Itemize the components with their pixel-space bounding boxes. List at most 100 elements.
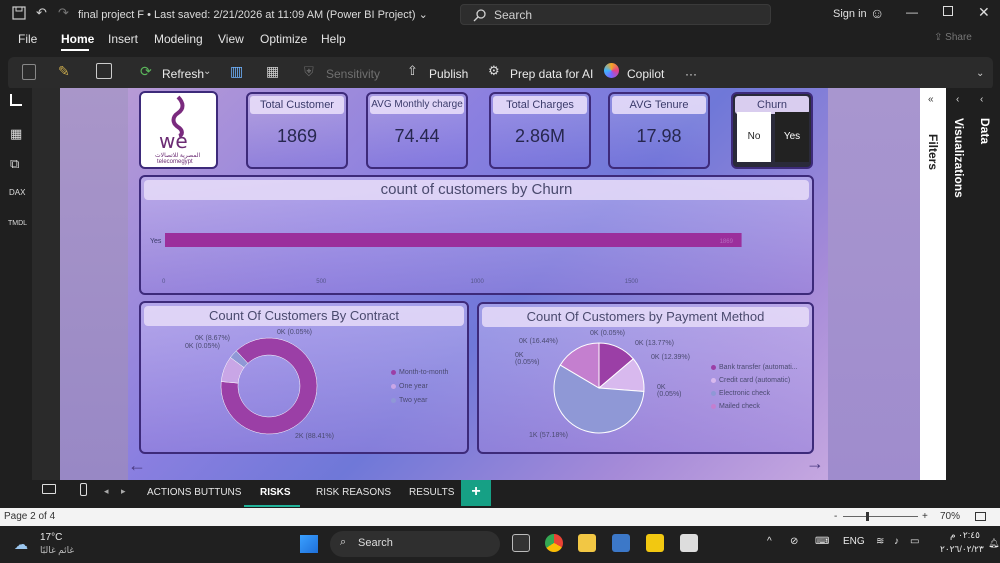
legend-label: Electronic check [719, 390, 770, 397]
zoom-slider[interactable] [843, 516, 918, 517]
report-view-icon[interactable] [10, 94, 22, 106]
legend-swatch [711, 390, 716, 396]
save-icon[interactable] [12, 6, 26, 23]
prep-data-button[interactable]: Prep data for AI [510, 67, 593, 81]
battery-icon[interactable]: ▭ [910, 536, 919, 547]
legend-item[interactable]: Mailed check [711, 403, 760, 410]
expand-visualizations-icon[interactable]: ‹ [956, 94, 959, 105]
prep-data-icon[interactable]: ⚙ [488, 63, 500, 79]
clock-time[interactable]: ٠٢:٤٥ م [950, 530, 980, 541]
notification-icon[interactable]: 🔔︎ [988, 538, 999, 549]
page-tab[interactable]: RESULTS [409, 487, 454, 498]
new-visual-icon[interactable]: ▥ [230, 63, 243, 80]
legend-item[interactable]: Electronic check [711, 390, 770, 397]
data-label[interactable]: Data [978, 118, 992, 144]
copilot-icon[interactable] [604, 63, 619, 78]
wifi-icon[interactable]: ≋ [876, 536, 884, 547]
document-title[interactable]: final project F • Last saved: 2/21/2026 … [78, 8, 428, 21]
account-icon[interactable]: ☺ [870, 5, 884, 21]
close-icon[interactable]: ✕ [978, 4, 990, 21]
slicer-option-no[interactable]: No [737, 112, 771, 162]
file-explorer-icon[interactable] [578, 534, 596, 552]
legend-item[interactable]: Bank transfer (automati... [711, 364, 798, 371]
snipping-tool-icon[interactable] [680, 534, 698, 552]
kpi-card-avg-monthly-charge: AVG Monthly charge 74.44 [366, 92, 468, 169]
legend-label: Mailed check [719, 403, 760, 410]
filters-label[interactable]: Filters [926, 134, 940, 170]
sign-in-button[interactable]: Sign in [833, 8, 867, 20]
zoom-out-button[interactable]: - [834, 511, 837, 522]
table-view-icon[interactable]: ▦ [10, 126, 22, 142]
collapse-ribbon-icon[interactable]: ⌄ [976, 68, 984, 79]
zoom-slider-thumb[interactable] [866, 512, 869, 521]
network-off-icon[interactable]: ⊘ [790, 536, 798, 547]
undo-icon[interactable]: ↶ [36, 5, 47, 21]
page-tab[interactable]: RISK REASONS [316, 487, 391, 498]
next-page-arrow-icon[interactable]: → [806, 453, 824, 474]
copilot-button[interactable]: Copilot [627, 67, 664, 81]
donut-plot-area [220, 337, 318, 435]
menu-home[interactable]: Home [61, 32, 94, 46]
task-view-icon[interactable] [512, 534, 530, 552]
legend-swatch [391, 369, 396, 375]
legend-item[interactable]: One year [391, 383, 428, 390]
share-button[interactable]: ⇪ Share [934, 32, 972, 43]
tray-overflow-icon[interactable]: ^ [767, 536, 772, 547]
calculator-icon[interactable]: ▦ [266, 63, 279, 80]
chart-title: count of customers by Churn [144, 180, 809, 200]
expand-data-icon[interactable]: ‹ [980, 94, 983, 105]
model-view-icon[interactable]: ⧉ [10, 156, 19, 172]
menu-modeling[interactable]: Modeling [154, 32, 203, 46]
volume-icon[interactable]: ♪ [894, 536, 899, 547]
mobile-layout-icon[interactable] [80, 483, 87, 496]
menu-insert[interactable]: Insert [108, 32, 138, 46]
weather-icon[interactable]: ☁ [14, 536, 28, 553]
legend-item[interactable]: Credit card (automatic) [711, 377, 790, 384]
clock-date[interactable]: ٢٠٢٦/٠٢/٢٣ [940, 544, 984, 555]
zoom-in-button[interactable]: + [922, 511, 928, 522]
more-options-button[interactable]: ··· [685, 67, 697, 81]
bar-yes[interactable] [165, 233, 742, 247]
format-painter-icon[interactable]: ✎ [58, 63, 70, 80]
slicer-option-yes[interactable]: Yes [775, 112, 809, 162]
scroll-tabs-right-icon[interactable]: ▸ [121, 486, 126, 497]
chevron-down-icon[interactable]: ⌄ [203, 66, 211, 77]
search-box[interactable]: Search [460, 4, 771, 25]
store-icon[interactable] [612, 534, 630, 552]
minimize-icon[interactable]: — [906, 5, 918, 19]
legend-item[interactable]: Month-to-month [391, 369, 448, 376]
windows-start-icon[interactable] [300, 535, 318, 553]
menu-help[interactable]: Help [321, 32, 346, 46]
maximize-icon[interactable] [943, 6, 953, 16]
tmdl-view-icon[interactable]: TMDL [8, 220, 27, 227]
chrome-icon[interactable] [545, 534, 563, 552]
power-bi-icon[interactable] [646, 534, 664, 552]
publish-button[interactable]: Publish [429, 67, 468, 81]
refresh-button[interactable]: Refresh [162, 67, 204, 81]
redo-icon[interactable]: ↷ [58, 5, 69, 21]
desktop-layout-icon[interactable] [42, 484, 56, 494]
visualizations-label[interactable]: Visualizations [952, 118, 966, 198]
get-data-icon[interactable] [96, 63, 112, 79]
taskbar-search[interactable]: ⌕ Search [330, 531, 500, 557]
publish-icon[interactable]: ⇧ [407, 63, 418, 79]
filters-pane-collapsed[interactable]: « Filters [920, 88, 946, 480]
zoom-level: 70% [940, 511, 961, 522]
clipboard-icon[interactable] [22, 64, 36, 80]
page-tab[interactable]: ACTIONS BUTTUNS [147, 487, 241, 498]
menu-view[interactable]: View [218, 32, 244, 46]
refresh-icon[interactable]: ⟳ [140, 63, 152, 80]
menu-optimize[interactable]: Optimize [260, 32, 307, 46]
keyboard-icon[interactable]: ⌨ [815, 536, 829, 547]
add-page-button[interactable]: + [461, 480, 491, 506]
menu-file[interactable]: File [18, 32, 37, 46]
scroll-tabs-left-icon[interactable]: ◂ [104, 486, 109, 497]
legend-item[interactable]: Two year [391, 397, 427, 404]
dax-query-icon[interactable]: DAX [9, 188, 25, 197]
kpi-card-total-customer: Total Customer 1869 [246, 92, 348, 169]
language-indicator[interactable]: ENG [843, 536, 865, 547]
expand-filters-icon[interactable]: « [928, 94, 934, 105]
previous-page-arrow-icon[interactable]: ← [128, 455, 146, 476]
page-tab-active[interactable]: RISKS [260, 487, 291, 498]
fit-to-page-icon[interactable] [975, 512, 986, 521]
